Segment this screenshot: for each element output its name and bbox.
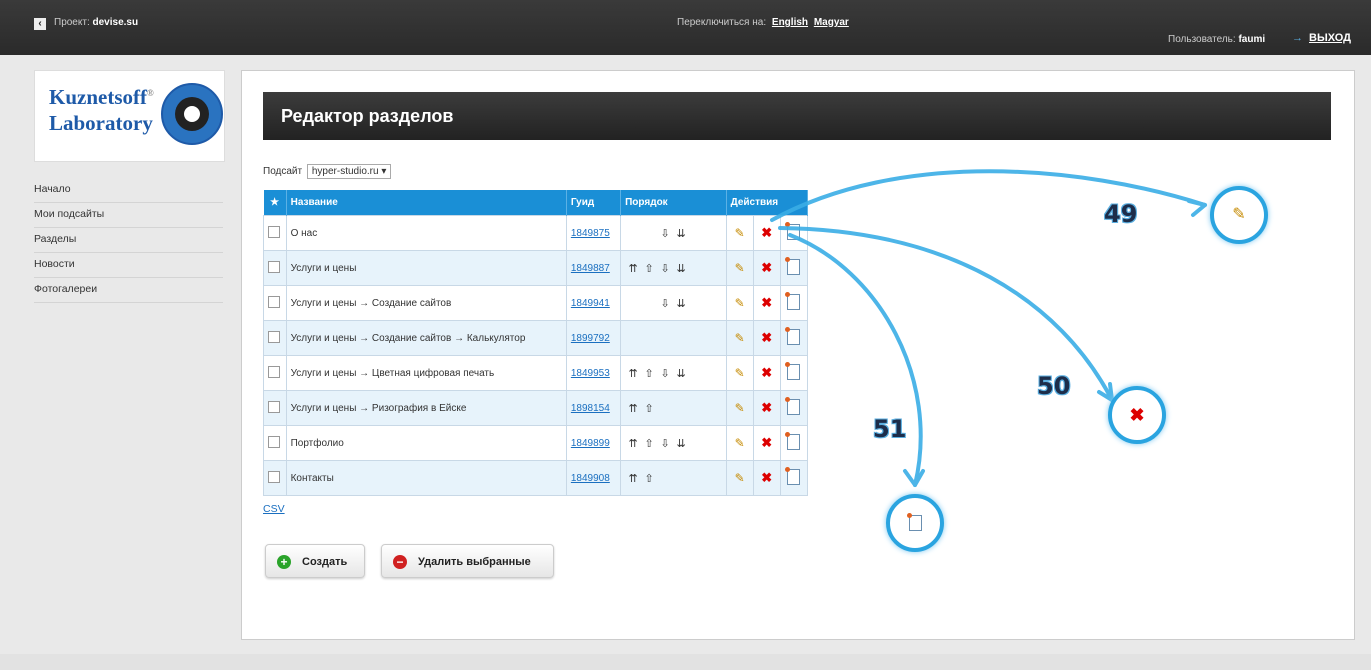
callout-new-page-icon: [886, 494, 944, 552]
callout-number-49: 49: [1104, 200, 1138, 228]
arrow-49: [770, 169, 1207, 222]
footer-bar: [0, 654, 1371, 670]
callout-pencil-icon: ✎: [1210, 186, 1268, 244]
callout-number-51: 51: [873, 415, 907, 443]
arrow-51: [788, 233, 923, 487]
callout-number-50: 50: [1037, 372, 1071, 400]
callout-delete-x-icon: ✖: [1108, 386, 1166, 444]
callout-arrows: [770, 169, 1207, 487]
